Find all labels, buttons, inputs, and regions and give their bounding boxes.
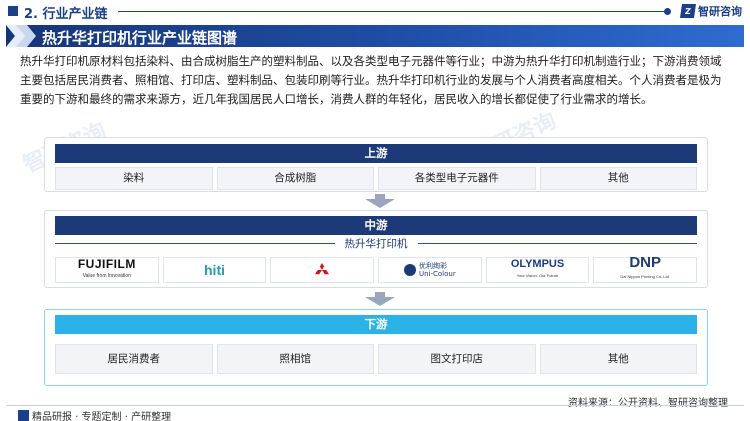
title-banner: 热升华打印机行业产业链图谱	[6, 25, 744, 47]
footer-tagline: 精品研报 · 专题定制 · 产研整理	[18, 408, 171, 421]
footer: 精品研报 · 专题定制 · 产研整理	[0, 405, 750, 421]
mitsubishi-logo	[270, 257, 375, 283]
intro-paragraph: 热升华打印机原材料包括染料、由合成树脂生产的塑料制品、以及各类型电子元器件等行业…	[20, 54, 722, 106]
fujifilm-tagline: Value from Innovation	[82, 273, 131, 279]
midstream-panel: 中游 热升华打印机 FUJIFILM Value from Innovation …	[44, 210, 708, 288]
downstream-item: 照相馆	[216, 344, 374, 374]
footer-logo-icon	[18, 410, 29, 421]
downstream-panel: 下游 居民消费者 照相馆 图文打印店 其他	[44, 309, 708, 386]
company-logos: FUJIFILM Value from Innovation hiti 优利绚彩 U…	[55, 254, 698, 283]
brand-name: 智研咨询	[698, 5, 742, 18]
subheading-line	[417, 242, 697, 244]
olympus-tagline: Your Vision, Our Future	[516, 273, 559, 278]
brand-logo: Z 智研咨询	[680, 3, 742, 19]
downstream-item: 其他	[539, 344, 697, 374]
downstream-items: 居民消费者 照相馆 图文打印店 其他	[55, 344, 697, 374]
olympus-name: OLYMPUS	[510, 258, 565, 270]
upstream-panel: 上游 染料 合成树脂 各类型电子元器件 其他	[44, 137, 708, 192]
midstream-sublabel: 热升华打印机	[344, 237, 408, 250]
down-arrow-icon	[365, 194, 395, 208]
section-divider	[118, 11, 670, 12]
olympus-logo: OLYMPUS Your Vision, Our Future	[485, 257, 590, 283]
upstream-header: 上游	[55, 144, 697, 163]
mitsubishi-diamonds-icon	[315, 263, 330, 275]
dnp-name: DNP	[629, 254, 662, 271]
section-header: 2. 行业产业链 Z 智研咨询	[0, 0, 750, 24]
section-title: 2. 行业产业链	[24, 7, 108, 22]
downstream-item: 居民消费者	[55, 344, 213, 374]
subheading-line	[55, 242, 335, 244]
downstream-item: 图文打印店	[378, 344, 536, 374]
footer-text: 精品研报 · 专题定制 · 产研整理	[32, 412, 172, 421]
unicolour-name-en: Uni-Colour	[418, 270, 456, 278]
divider-dot-icon	[664, 8, 671, 15]
section-bullet-icon	[8, 6, 18, 16]
fujifilm-logo: FUJIFILM Value from Innovation	[55, 257, 159, 283]
hiti-logo: hiti	[162, 257, 267, 283]
upstream-items: 染料 合成树脂 各类型电子元器件 其他	[55, 167, 697, 190]
unicolour-logo: 优利绚彩 Uni-Colour	[378, 257, 482, 283]
upstream-item: 染料	[55, 167, 213, 190]
dnp-logo: DNP Dai Nippon Printing Co.,Ltd.	[593, 254, 698, 283]
upstream-item: 各类型电子元器件	[378, 167, 536, 190]
upstream-item: 其他	[539, 167, 697, 190]
dnp-tagline: Dai Nippon Printing Co.,Ltd.	[620, 274, 670, 279]
midstream-header: 中游	[55, 216, 697, 235]
unicolour-mark-icon	[403, 264, 416, 276]
hiti-name: hiti	[204, 262, 225, 278]
down-arrow-icon	[365, 292, 395, 306]
brand-mark-icon: Z	[680, 4, 696, 18]
downstream-header: 下游	[55, 315, 697, 334]
midstream-subheading: 热升华打印机	[55, 236, 697, 250]
upstream-item: 合成树脂	[216, 167, 374, 190]
page-title: 热升华打印机行业产业链图谱	[42, 29, 238, 47]
footer-divider	[6, 405, 744, 406]
fujifilm-name: FUJIFILM	[77, 257, 136, 271]
unicolour-name-cn: 优利绚彩	[418, 262, 447, 270]
